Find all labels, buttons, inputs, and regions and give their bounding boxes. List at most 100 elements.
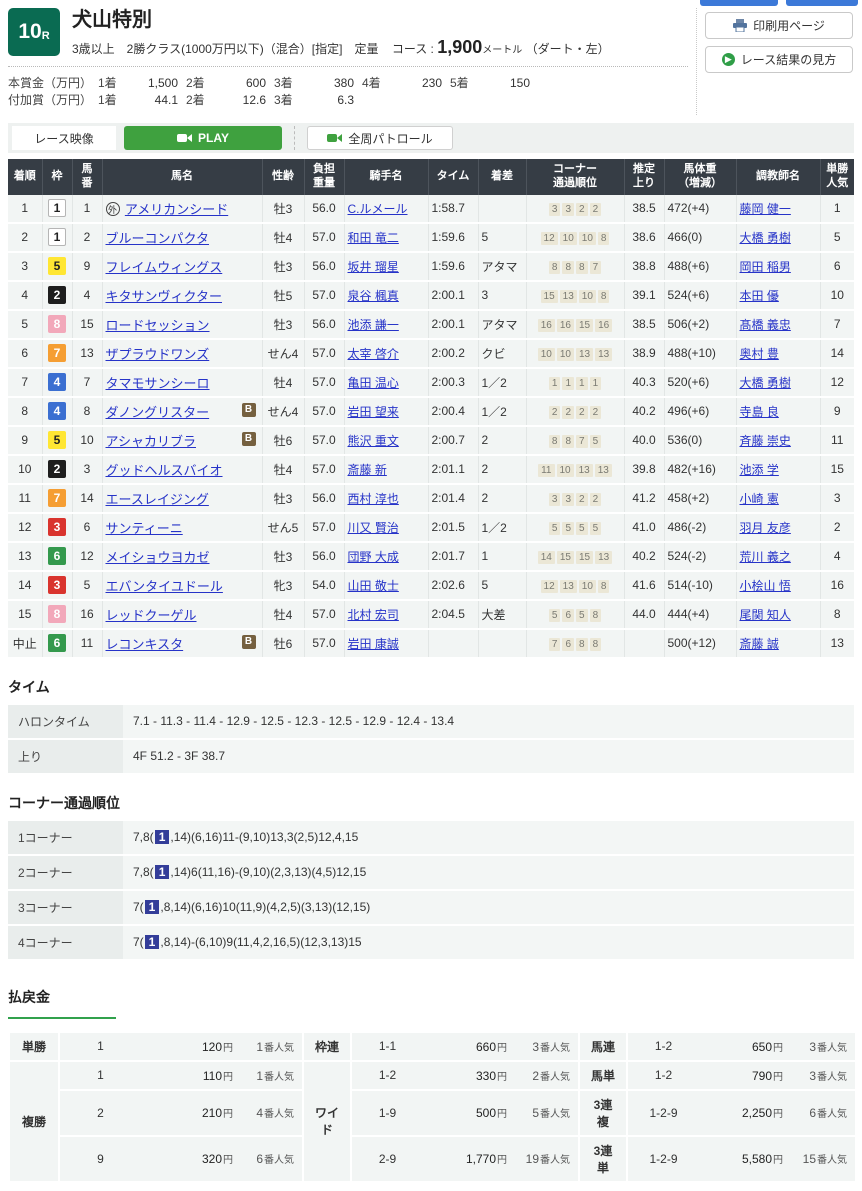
horse-name-link[interactable]: サンティーニ — [106, 521, 183, 536]
jockey-link[interactable]: 川又 賢治 — [348, 521, 399, 535]
horse-number: 4 — [72, 281, 102, 310]
horse-name-link[interactable]: アシャカリブラ — [106, 434, 196, 449]
jockey-link[interactable]: 坂井 瑠星 — [348, 260, 399, 274]
trainer-cell: 奥村 豊 — [736, 339, 820, 368]
frame-cell: 5 — [42, 252, 72, 281]
estimated-last-3f: 38.5 — [624, 195, 664, 223]
body-weight: 486(-2) — [664, 513, 736, 542]
horse-name-link[interactable]: グッドヘルスバイオ — [106, 463, 223, 478]
corner-row: 4コーナー 7(1,8,14)-(6,10)9(11,4,2,16,5)(12,… — [8, 925, 854, 960]
blinker-mark: B — [242, 432, 256, 446]
prize-pair: 2着600 — [186, 75, 274, 92]
jockey-link[interactable]: 岩田 望来 — [348, 405, 399, 419]
margin: 1／2 — [478, 397, 526, 426]
trainer-link[interactable]: 小桧山 悟 — [740, 579, 791, 593]
frame-number-badge: 3 — [48, 576, 66, 594]
result-guide-button[interactable]: ▶ レース結果の見方 — [705, 46, 853, 73]
margin: 5 — [478, 571, 526, 600]
frame-number-badge: 1 — [48, 228, 66, 246]
jockey-cell: 熊沢 重文 — [344, 426, 428, 455]
horse-name-link[interactable]: アメリカンシード — [125, 202, 228, 217]
payout-combination: 1-2 — [627, 1032, 699, 1061]
horse-name-link[interactable]: キタサンヴィクター — [106, 289, 222, 304]
horse-name-link[interactable]: ダノングリスター — [106, 405, 210, 420]
trainer-link[interactable]: 尾関 知人 — [740, 608, 791, 622]
horse-name-link[interactable]: レコンキスタ — [106, 637, 184, 652]
prize-money: 本賞金（万円） 1着1,5002着6003着3804着2305着150 付加賞（… — [8, 67, 688, 115]
payout-amount: 500円 — [423, 1090, 515, 1136]
trainer-link[interactable]: 本田 優 — [740, 289, 779, 303]
jockey-link[interactable]: 泉谷 楓真 — [348, 289, 399, 303]
trainer-link[interactable]: 池添 学 — [740, 463, 779, 477]
horse-number: 5 — [72, 571, 102, 600]
horse-name-link[interactable]: メイショウヨカゼ — [106, 550, 210, 565]
trainer-link[interactable]: 藤岡 健一 — [740, 202, 791, 216]
trainer-link[interactable]: 奥村 豊 — [740, 347, 779, 361]
top-cutoff-button-right[interactable] — [786, 0, 858, 6]
corner-row-label: 4コーナー — [8, 925, 123, 960]
horse-name-link[interactable]: ザプラウドワンズ — [106, 347, 210, 362]
course-distance: 1,900 — [437, 37, 482, 57]
finish-position: 10 — [8, 455, 42, 484]
finish-position: 12 — [8, 513, 42, 542]
horse-name-link[interactable]: フレイムウィングス — [106, 260, 223, 275]
frame-cell: 8 — [42, 600, 72, 629]
print-page-button[interactable]: 印刷用ページ — [705, 12, 853, 39]
corner-position-box: 2 — [562, 406, 574, 419]
horse-name-cell: 外 ブルーコンパクタ B — [102, 223, 262, 252]
bet-type-label: 馬単 — [579, 1061, 627, 1090]
corner-row: 3コーナー 7(1,8,14)(6,16)10(11,9)(4,2,5)(3,1… — [8, 890, 854, 925]
payout-popularity: 3番人気 — [515, 1032, 579, 1061]
horse-name-link[interactable]: エースレイジング — [106, 492, 209, 507]
jockey-cell: 池添 謙一 — [344, 310, 428, 339]
trainer-link[interactable]: 斎藤 誠 — [740, 637, 779, 651]
frame-cell: 7 — [42, 484, 72, 513]
result-row: 2 1 2 外 ブルーコンパクタ B 牡4 57.0 和田 竜二 1:59.6 … — [8, 223, 854, 252]
corner-position-box: 2 — [590, 203, 602, 216]
top-cutoff-button-left[interactable] — [700, 0, 778, 6]
frame-cell: 1 — [42, 223, 72, 252]
trainer-link[interactable]: 斉藤 崇史 — [740, 434, 791, 448]
trainer-link[interactable]: 羽月 友彦 — [740, 521, 791, 535]
prize-pair: 4着230 — [362, 75, 450, 92]
course-label: コース : — [392, 42, 434, 56]
horse-name-link[interactable]: ブルーコンパクタ — [106, 231, 209, 246]
horse-name-cell: 外 タマモサンシーロ B — [102, 368, 262, 397]
patrol-video-button[interactable]: 全周パトロール — [307, 126, 453, 150]
horse-number: 7 — [72, 368, 102, 397]
horse-name-link[interactable]: エバンタイユドール — [106, 579, 223, 594]
jockey-link[interactable]: 和田 竜二 — [348, 231, 399, 245]
jockey-link[interactable]: 北村 宏司 — [348, 608, 399, 622]
trainer-link[interactable]: 岡田 稲男 — [740, 260, 791, 274]
corner-position-box: 8 — [549, 261, 561, 274]
corner-position-box: 13 — [560, 580, 577, 593]
trainer-link[interactable]: 小崎 憲 — [740, 492, 779, 506]
corner-positions: 2222 — [526, 397, 624, 426]
jockey-link[interactable]: 亀田 温心 — [348, 376, 399, 390]
jockey-link[interactable]: 山田 敬士 — [348, 579, 399, 593]
time-row-value: 7.1 - 11.3 - 11.4 - 12.9 - 12.5 - 12.3 -… — [123, 705, 854, 739]
jockey-cell: 斎藤 新 — [344, 455, 428, 484]
horse-name-link[interactable]: ロードセッション — [106, 318, 210, 333]
play-button[interactable]: PLAY — [124, 126, 282, 150]
jockey-link[interactable]: 西村 淳也 — [348, 492, 399, 506]
jockey-cell: 岩田 康誠 — [344, 629, 428, 658]
margin: 大差 — [478, 600, 526, 629]
trainer-link[interactable]: 大橋 勇樹 — [740, 376, 791, 390]
trainer-link[interactable]: 寺島 良 — [740, 405, 779, 419]
jockey-link[interactable]: 熊沢 重文 — [348, 434, 399, 448]
horse-name-link[interactable]: タマモサンシーロ — [106, 376, 210, 391]
trainer-link[interactable]: 荒川 義之 — [740, 550, 791, 564]
horse-name-link[interactable]: レッドクーゲル — [106, 608, 197, 623]
corner-position-box: 8 — [598, 232, 610, 245]
jockey-link[interactable]: C.ルメール — [348, 202, 408, 216]
payout-amount: 320円 — [141, 1136, 241, 1181]
jockey-link[interactable]: 斎藤 新 — [348, 463, 387, 477]
trainer-link[interactable]: 髙橋 義忠 — [740, 318, 791, 332]
jockey-link[interactable]: 団野 大成 — [348, 550, 399, 564]
trainer-link[interactable]: 大橋 勇樹 — [740, 231, 791, 245]
sex-age: 牡5 — [262, 281, 304, 310]
jockey-link[interactable]: 太宰 啓介 — [348, 347, 399, 361]
jockey-link[interactable]: 岩田 康誠 — [348, 637, 399, 651]
jockey-link[interactable]: 池添 謙一 — [348, 318, 399, 332]
